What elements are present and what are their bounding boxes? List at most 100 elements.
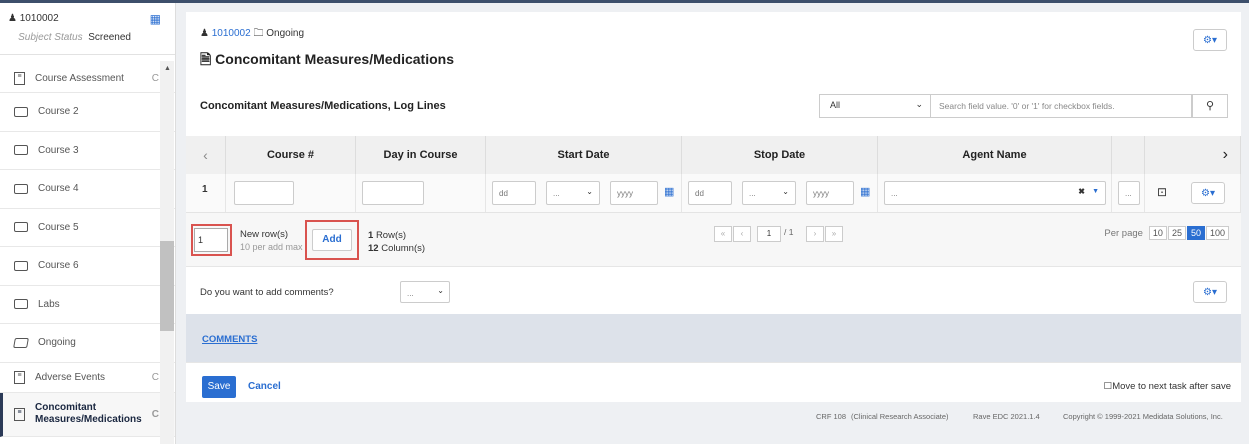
document-icon: ≡ xyxy=(14,370,25,384)
calendar-icon[interactable]: ▦ xyxy=(860,185,870,198)
comments-question-row: Do you want to add comments? ... ⌄ ⚙ ▾ xyxy=(186,266,1241,314)
comments-question: Do you want to add comments? xyxy=(200,287,334,298)
course-number-input[interactable] xyxy=(234,181,294,205)
chevron-down-icon: ⌄ xyxy=(586,187,593,196)
per-page-option[interactable]: 10 xyxy=(1148,226,1167,240)
sidebar-item-course-4[interactable]: Course 4 xyxy=(0,170,175,209)
page-title: 🗎 Concomitant Measures/Medications xyxy=(200,51,454,67)
chevron-right-icon: › xyxy=(1222,146,1228,163)
per-add-max-label: 10 per add max xyxy=(240,242,303,252)
extra-input[interactable]: ... xyxy=(1118,181,1140,205)
form-header: ♟ 1010002 🗀 Ongoing 🗎 Concomitant Measur… xyxy=(186,12,1241,87)
sidebar-item-ongoing[interactable]: Ongoing xyxy=(0,324,175,363)
subject-summary: ♟ 1010002 Subject Status Screened ▦ xyxy=(0,3,175,55)
highlight-new-rows xyxy=(191,224,232,256)
comments-settings-button[interactable]: ⚙ ▾ xyxy=(1193,281,1227,303)
subject-status: Subject Status Screened xyxy=(18,32,131,43)
inactivate-icon[interactable]: ⊡ xyxy=(1157,185,1167,199)
form-settings-button[interactable]: ⚙ ▾ xyxy=(1193,29,1227,51)
prev-page-button[interactable]: ‹ xyxy=(733,226,751,242)
chevron-left-icon: ‹ xyxy=(203,147,208,163)
folder-icon xyxy=(14,299,28,310)
highlight-add xyxy=(305,220,359,260)
agent-name-select[interactable]: ... ✖ ▼ xyxy=(884,181,1106,205)
sidebar-scroll-thumb[interactable] xyxy=(160,241,174,331)
sidebar-item-course-assessment[interactable]: ≡ Course Assessment C xyxy=(0,65,175,93)
per-page-option[interactable]: 25 xyxy=(1167,226,1186,240)
chevron-down-icon: ⌄ xyxy=(915,99,923,109)
sidebar-item-course-6[interactable]: Course 6 xyxy=(0,247,175,286)
caret-down-icon: ▼ xyxy=(1092,188,1099,195)
app-version: Rave EDC 2021.1.4 xyxy=(973,412,1040,421)
cancel-button[interactable]: Cancel xyxy=(248,381,281,392)
new-rows-label: New row(s) xyxy=(240,229,289,240)
per-page-option-selected[interactable]: 50 xyxy=(1186,226,1205,240)
extra-cell: ... xyxy=(1112,174,1145,212)
save-button[interactable]: Save xyxy=(202,376,236,398)
per-page-option[interactable]: 100 xyxy=(1205,226,1229,240)
first-page-button[interactable]: « xyxy=(714,226,732,242)
next-page-button[interactable]: › xyxy=(806,226,824,242)
top-accent-line xyxy=(0,0,1249,3)
folder-icon: 🗀 xyxy=(253,28,264,39)
folder-open-icon xyxy=(13,337,29,348)
form-icon: 🗎 xyxy=(200,51,212,67)
search-input[interactable]: Search field value. '0' or '1' for check… xyxy=(930,94,1192,118)
sidebar-item-labs[interactable]: Labs xyxy=(0,286,175,324)
form-panel: ♟ 1010002 🗀 Ongoing 🗎 Concomitant Measur… xyxy=(186,12,1241,402)
last-page-button[interactable]: » xyxy=(825,226,843,242)
checkbox-icon: ☐ xyxy=(1103,381,1113,392)
sidebar-item-concomitant[interactable]: ≡ Concomitant Measures/Medications C xyxy=(0,392,175,437)
comments-select[interactable]: ... ⌄ xyxy=(400,281,450,303)
document-icon: ≡ xyxy=(14,407,25,421)
grid-icon[interactable]: ▦ xyxy=(150,12,161,26)
copyright: Copyright © 1999-2021 Medidata Solutions… xyxy=(1063,412,1223,421)
page-number-input[interactable]: 1 xyxy=(757,226,781,242)
row-settings-button[interactable]: ⚙ ▾ xyxy=(1191,182,1225,204)
stop-date-cell: dd ... ⌄ yyyy ▦ xyxy=(682,174,878,212)
page-total: / 1 xyxy=(784,227,794,237)
scroll-up-icon[interactable]: ▲ xyxy=(164,65,171,72)
course-number-cell xyxy=(226,174,356,212)
loglines-table: ‹ Course # Day in Course Start Date Stop… xyxy=(186,136,1241,212)
field-filter-select[interactable]: All ⌄ xyxy=(819,94,931,118)
start-day-input[interactable]: dd xyxy=(492,181,536,205)
sidebar-item-course-5[interactable]: Course 5 xyxy=(0,209,175,247)
stop-month-select[interactable]: ... ⌄ xyxy=(742,181,796,205)
folder-icon xyxy=(14,145,28,156)
table-footer: 1 New row(s) 10 per add max Add 1 Row(s)… xyxy=(186,212,1241,266)
comments-bar: COMMENTS xyxy=(186,314,1241,362)
loglines-title: Concomitant Measures/Medications, Log Li… xyxy=(200,100,446,112)
document-icon: ≡ xyxy=(14,72,25,85)
sidebar-item-course-2[interactable]: Course 2 xyxy=(0,93,175,132)
crf-version: CRF 108 xyxy=(816,412,847,421)
gear-icon: ⚙ xyxy=(1201,187,1210,199)
subject-link[interactable]: 1010002 xyxy=(212,28,251,39)
move-next-checkbox[interactable]: ☐Move to next task after save xyxy=(1104,381,1231,392)
gear-icon: ⚙ xyxy=(1203,34,1212,46)
folder-icon xyxy=(14,260,28,271)
day-in-course-input[interactable] xyxy=(362,181,424,205)
sidebar-item-course-3[interactable]: Course 3 xyxy=(0,132,175,170)
clear-icon[interactable]: ✖ xyxy=(1078,187,1085,196)
start-month-select[interactable]: ... ⌄ xyxy=(546,181,600,205)
calendar-icon[interactable]: ▦ xyxy=(664,185,674,198)
stop-day-input[interactable]: dd xyxy=(688,181,732,205)
column-header: Agent Name xyxy=(878,136,1112,174)
stop-year-input[interactable]: yyyy xyxy=(806,181,854,205)
column-header: Day in Course xyxy=(356,136,486,174)
comments-link[interactable]: COMMENTS xyxy=(202,334,257,345)
scroll-left-button[interactable]: ‹ xyxy=(186,136,226,174)
gear-icon: ⚙ xyxy=(1203,286,1212,298)
column-header: Stop Date xyxy=(682,136,878,174)
search-button[interactable]: ⚲ xyxy=(1192,94,1228,118)
search-icon: ⚲ xyxy=(1205,100,1215,112)
subject-id[interactable]: ♟ 1010002 xyxy=(8,13,167,24)
user-role: (Clinical Research Associate) xyxy=(851,412,949,421)
start-year-input[interactable]: yyyy xyxy=(610,181,658,205)
column-header: Course # xyxy=(226,136,356,174)
scroll-right-button[interactable]: › xyxy=(1145,136,1241,174)
agent-name-cell: ... ✖ ▼ xyxy=(878,174,1112,212)
column-header: Start Date xyxy=(486,136,682,174)
sidebar-item-adverse-events[interactable]: ≡ Adverse Events C xyxy=(0,363,175,393)
